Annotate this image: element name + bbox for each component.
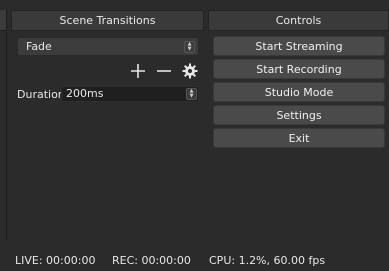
start-recording-button[interactable]: Start Recording (213, 59, 385, 79)
live-status: LIVE: 00:00:00 (15, 254, 96, 267)
status-bar: LIVE: 00:00:00 REC: 00:00:00 CPU: 1.2%, … (0, 250, 389, 271)
rec-status: REC: 00:00:00 (112, 254, 191, 267)
scenes-panel-header-edge (0, 10, 6, 31)
transition-select[interactable]: Fade ▲ ▼ (17, 37, 199, 56)
duration-spinbox[interactable]: 200ms ▲ ▼ (61, 86, 199, 102)
exit-button[interactable]: Exit (213, 128, 385, 148)
settings-button[interactable]: Settings (213, 105, 385, 125)
gear-icon[interactable] (180, 61, 200, 81)
spin-arrows-icon[interactable]: ▲ ▼ (186, 88, 197, 100)
chevron-updown-icon: ▲ ▼ (184, 41, 195, 53)
transition-select-value: Fade (26, 40, 52, 53)
duration-label: Duration (17, 88, 65, 101)
minus-icon[interactable] (154, 61, 174, 81)
transition-toolbar (128, 61, 200, 81)
obs-window: Scene Transitions Fade ▲ ▼ Duration 200m… (0, 0, 389, 271)
scenes-panel-edge (0, 10, 7, 241)
start-streaming-button[interactable]: Start Streaming (213, 36, 385, 56)
cpu-status: CPU: 1.2%, 60.00 fps (209, 254, 326, 267)
plus-icon[interactable] (128, 61, 148, 81)
scene-transitions-header: Scene Transitions (11, 10, 204, 31)
studio-mode-button[interactable]: Studio Mode (213, 82, 385, 102)
duration-value: 200ms (66, 87, 104, 100)
controls-header: Controls (208, 10, 389, 31)
